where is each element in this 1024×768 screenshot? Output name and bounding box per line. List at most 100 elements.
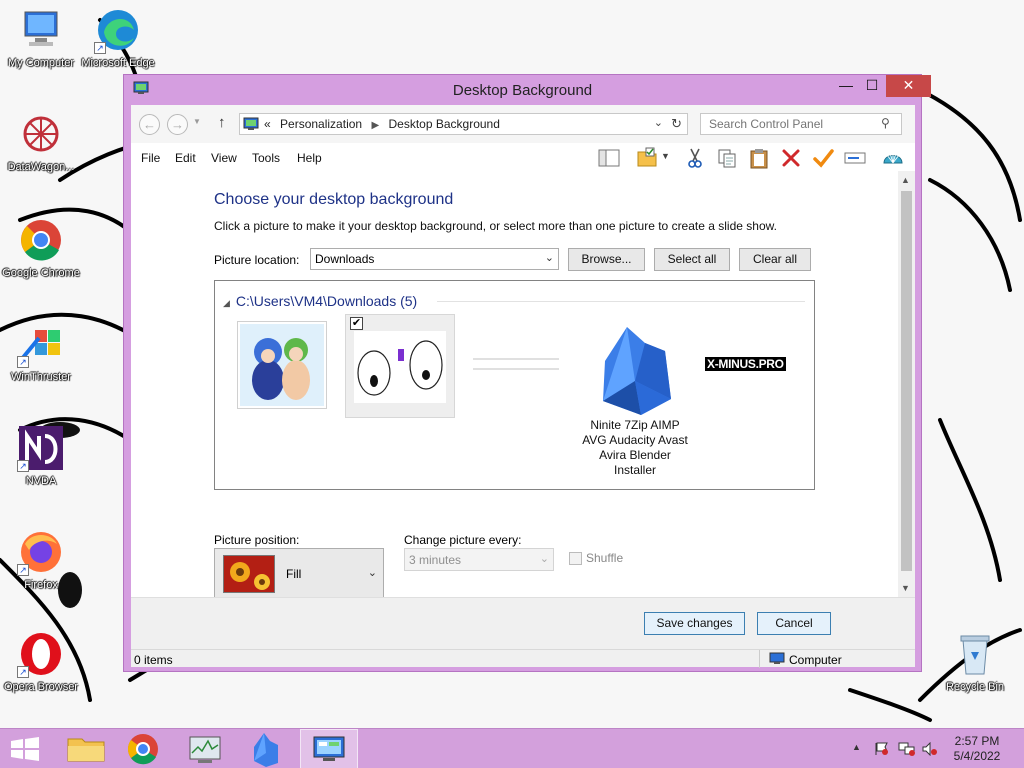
control-panel-icon bbox=[243, 117, 259, 131]
group-divider bbox=[437, 301, 805, 302]
picture-position-select[interactable]: Fill ⌄ bbox=[214, 548, 384, 598]
cut-icon[interactable] bbox=[684, 147, 706, 169]
vertical-scrollbar[interactable]: ▲ ▼ bbox=[898, 171, 915, 597]
taskbar-control-panel[interactable] bbox=[300, 729, 358, 768]
taskbar-ninite[interactable] bbox=[236, 729, 294, 768]
volume-muted-icon[interactable] bbox=[922, 741, 938, 759]
nvda-icon: ↗ bbox=[17, 424, 65, 472]
shortcut-arrow-icon: ↗ bbox=[94, 42, 106, 54]
delete-icon[interactable] bbox=[780, 147, 802, 169]
up-button[interactable]: ↑ bbox=[218, 114, 226, 131]
desktop-icon-recycle-bin[interactable]: Recycle Bin bbox=[934, 630, 1016, 694]
picture-thumbnail-text-logo[interactable]: X-MINUS.PRO bbox=[705, 357, 786, 371]
layout-pane-icon[interactable] bbox=[598, 147, 620, 169]
menu-help[interactable]: Help bbox=[297, 151, 322, 165]
picture-thumbnail[interactable] bbox=[585, 321, 685, 421]
breadcrumb-personalization[interactable]: Personalization bbox=[280, 117, 362, 131]
chevron-down-icon: ⌄ bbox=[544, 252, 554, 264]
taskbar-chrome[interactable] bbox=[116, 729, 174, 768]
picture-location-value: Downloads bbox=[315, 252, 375, 266]
show-hidden-icons-chevron-up-icon[interactable]: ▲ bbox=[852, 742, 861, 752]
folder-path: C:\Users\VM4\Downloads (5) bbox=[235, 293, 418, 309]
computer-icon bbox=[769, 652, 785, 665]
status-location: Computer bbox=[789, 653, 842, 667]
breadcrumb-overflow[interactable]: « bbox=[264, 117, 271, 131]
desktop-icon-nvda[interactable]: ↗ NVDA bbox=[0, 424, 82, 488]
windows-logo-icon bbox=[11, 737, 39, 761]
maximize-button[interactable]: ☐ bbox=[859, 75, 885, 97]
picture-thumbnail-selected[interactable]: ✔ bbox=[345, 314, 455, 418]
clock-date: 5/4/2022 bbox=[953, 749, 1001, 763]
desktop-icon-opera[interactable]: ↗ Opera Browser bbox=[0, 630, 82, 694]
menu-edit[interactable]: Edit bbox=[175, 151, 196, 165]
views-chevron-down-icon[interactable]: ▼ bbox=[661, 151, 683, 173]
search-icon[interactable]: ⚲ bbox=[881, 116, 890, 130]
properties-check-icon[interactable] bbox=[812, 147, 834, 169]
taskbar-file-explorer[interactable] bbox=[58, 729, 116, 768]
content-panel: Choose your desktop background Click a p… bbox=[131, 171, 898, 598]
desktop-icon-my-computer[interactable]: My Computer bbox=[0, 6, 82, 70]
chevron-down-icon: ⌄ bbox=[367, 567, 377, 579]
shuffle-checkbox[interactable] bbox=[569, 552, 582, 565]
breadcrumb-desktop-background[interactable]: Desktop Background bbox=[388, 117, 499, 131]
start-button[interactable] bbox=[0, 729, 58, 768]
address-dropdown-icon[interactable]: ⌄ bbox=[654, 116, 663, 129]
thumbnail-caption: Ninite 7Zip AIMP AVG Audacity Avast Avir… bbox=[582, 418, 688, 477]
desktop-icon-datawagon[interactable]: DataWagon... bbox=[0, 110, 82, 174]
change-interval-select[interactable]: 3 minutes ⌄ bbox=[404, 548, 554, 571]
menu-bar: File Edit View Tools Help ▼ bbox=[131, 143, 915, 171]
rename-icon[interactable] bbox=[844, 147, 866, 169]
desktop-icon-edge[interactable]: ↗ Microsoft Edge bbox=[77, 6, 159, 70]
recent-locations-chevron-icon[interactable]: ▼ bbox=[193, 117, 201, 126]
breadcrumb-separator-icon[interactable]: ▶ bbox=[371, 120, 379, 131]
edge-icon: ↗ bbox=[94, 6, 142, 54]
picture-thumbnail[interactable] bbox=[237, 321, 327, 409]
shell-icon[interactable] bbox=[882, 147, 904, 169]
menu-file[interactable]: File bbox=[141, 151, 160, 165]
forward-button[interactable]: → bbox=[167, 114, 188, 135]
taskbar-task-manager[interactable] bbox=[176, 729, 234, 768]
thumbnail-checkbox[interactable]: ✔ bbox=[350, 317, 363, 330]
close-button[interactable]: ✕ bbox=[886, 75, 931, 97]
refresh-icon[interactable]: ↻ bbox=[671, 116, 682, 132]
change-picture-label: Change picture every: bbox=[404, 533, 522, 547]
folder-options-icon[interactable] bbox=[636, 147, 658, 169]
task-manager-icon bbox=[189, 736, 221, 763]
address-bar[interactable]: « Personalization ▶ Desktop Background ⌄… bbox=[239, 113, 688, 135]
desktop-icon-chrome[interactable]: Google Chrome bbox=[0, 216, 82, 280]
winthruster-icon: ↗ bbox=[17, 320, 65, 368]
scroll-up-icon[interactable]: ▲ bbox=[901, 175, 910, 185]
system-clock[interactable]: 2:57 PM 5/4/2022 bbox=[940, 734, 1014, 764]
cancel-button[interactable]: Cancel bbox=[757, 612, 831, 635]
copy-icon[interactable] bbox=[716, 147, 738, 169]
desktop-icon-firefox[interactable]: ↗ Firefox bbox=[0, 528, 82, 592]
computer-icon bbox=[17, 6, 65, 54]
collapse-arrow-icon[interactable]: ◢ bbox=[223, 298, 230, 308]
chrome-icon bbox=[17, 216, 65, 264]
select-all-button[interactable]: Select all bbox=[654, 248, 730, 271]
minimize-button[interactable]: — bbox=[833, 75, 859, 97]
folder-group-header[interactable]: ◢ C:\Users\VM4\Downloads (5) bbox=[223, 293, 417, 309]
shortcut-arrow-icon: ↗ bbox=[17, 666, 29, 678]
scroll-down-icon[interactable]: ▼ bbox=[901, 583, 910, 593]
firefox-icon: ↗ bbox=[17, 528, 65, 576]
browse-button[interactable]: Browse... bbox=[568, 248, 645, 271]
shortcut-arrow-icon: ↗ bbox=[17, 460, 29, 472]
save-changes-button[interactable]: Save changes bbox=[644, 612, 745, 635]
taskbar: ▲ 2:57 PM 5/4/2022 bbox=[0, 728, 1024, 768]
status-bar: 0 items Computer bbox=[131, 649, 915, 668]
action-center-flag-icon[interactable] bbox=[874, 742, 890, 759]
search-input[interactable] bbox=[700, 113, 902, 135]
picture-location-select[interactable]: Downloads ⌄ bbox=[310, 248, 559, 270]
menu-tools[interactable]: Tools bbox=[252, 151, 280, 165]
clear-all-button[interactable]: Clear all bbox=[739, 248, 811, 271]
breadcrumb: « Personalization ▶ Desktop Background bbox=[264, 117, 506, 131]
desktop-icon-winthruster[interactable]: ↗ WinThruster bbox=[0, 320, 82, 384]
menu-view[interactable]: View bbox=[211, 151, 237, 165]
picture-thumbnail[interactable] bbox=[473, 358, 559, 370]
network-icon[interactable] bbox=[898, 742, 916, 759]
back-button[interactable]: ← bbox=[139, 114, 160, 135]
title-bar[interactable]: Desktop Background — ☐ ✕ bbox=[124, 75, 931, 105]
paste-icon[interactable] bbox=[748, 147, 770, 169]
scroll-thumb[interactable] bbox=[901, 191, 912, 571]
